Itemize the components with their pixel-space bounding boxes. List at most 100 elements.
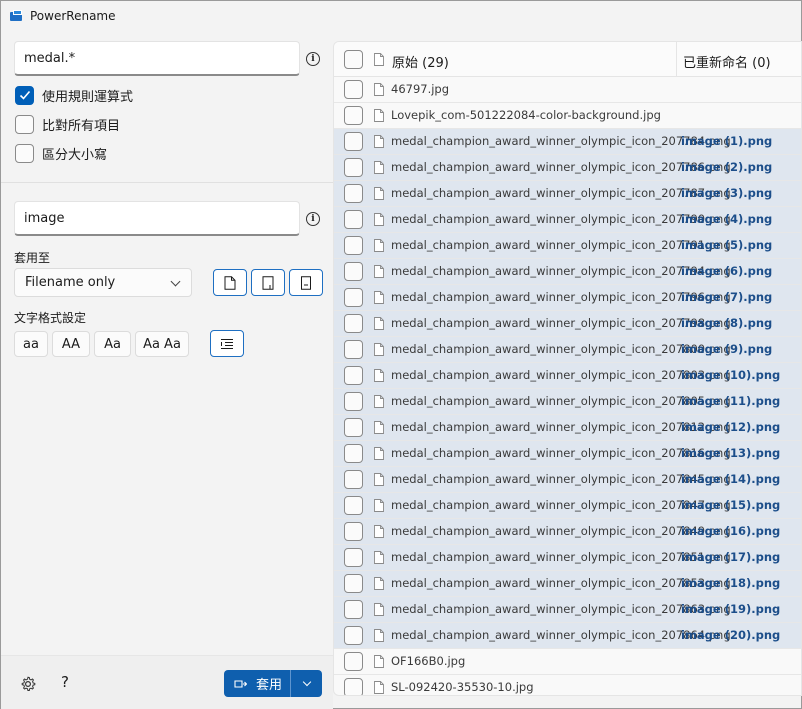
row-checkbox[interactable] — [344, 80, 363, 99]
checkbox[interactable] — [15, 143, 34, 163]
row-checkbox[interactable] — [344, 418, 363, 437]
file-row[interactable]: medal_champion_award_winner_olympic_icon… — [334, 389, 801, 415]
renamed-filename: image (16).png — [681, 524, 781, 538]
include-files-button[interactable] — [213, 269, 247, 296]
file-icon — [374, 681, 384, 694]
apply-options-dropdown[interactable] — [291, 670, 322, 697]
row-checkbox[interactable] — [344, 184, 363, 203]
row-checkbox[interactable] — [344, 262, 363, 281]
row-checkbox[interactable] — [344, 678, 363, 695]
header-original[interactable]: 原始 (29) — [392, 52, 449, 71]
original-filename: Lovepik_com-501222084-color-background.j… — [391, 108, 661, 122]
capitalize-words-button[interactable]: Aa Aa — [135, 331, 189, 357]
file-row[interactable]: medal_champion_award_winner_olympic_icon… — [334, 519, 801, 545]
subfolder-icon — [301, 275, 311, 290]
search-info-icon[interactable]: i — [306, 52, 320, 66]
file-list-header: 原始 (29) 已重新命名 (0) — [334, 42, 801, 77]
row-checkbox[interactable] — [344, 548, 363, 567]
renamed-filename: image (10).png — [681, 368, 781, 382]
apply-button[interactable]: 套用 — [224, 670, 322, 697]
enumerate-items-button[interactable] — [210, 330, 244, 357]
row-checkbox[interactable] — [344, 314, 363, 333]
file-icon — [374, 213, 384, 226]
file-row[interactable]: medal_champion_award_winner_olympic_icon… — [334, 467, 801, 493]
file-row[interactable]: Lovepik_com-501222084-color-background.j… — [334, 103, 801, 129]
renamed-filename: image (6).png — [681, 264, 773, 278]
select-all-checkbox[interactable] — [344, 50, 363, 69]
divider — [1, 182, 333, 183]
row-checkbox[interactable] — [344, 106, 363, 125]
help-icon[interactable]: ? — [61, 673, 69, 691]
row-checkbox[interactable] — [344, 236, 363, 255]
file-row[interactable]: medal_champion_award_winner_olympic_icon… — [334, 259, 801, 285]
file-row[interactable]: medal_champion_award_winner_olympic_icon… — [334, 623, 801, 649]
row-checkbox[interactable] — [344, 522, 363, 541]
file-row[interactable]: medal_champion_award_winner_olympic_icon… — [334, 441, 801, 467]
file-row[interactable]: medal_champion_award_winner_olympic_icon… — [334, 233, 801, 259]
row-checkbox[interactable] — [344, 496, 363, 515]
row-checkbox[interactable] — [344, 288, 363, 307]
replace-input[interactable]: image — [14, 201, 300, 236]
option-use-regex[interactable]: 使用規則運算式 — [15, 84, 133, 106]
include-subfolders-button[interactable] — [289, 269, 323, 296]
row-checkbox[interactable] — [344, 574, 363, 593]
checkmark-icon — [19, 90, 30, 100]
file-row[interactable]: medal_champion_award_winner_olympic_icon… — [334, 207, 801, 233]
renamed-filename: image (12).png — [681, 420, 781, 434]
file-row[interactable]: medal_champion_award_winner_olympic_icon… — [334, 363, 801, 389]
gear-icon[interactable] — [20, 676, 36, 692]
replace-info-icon[interactable]: i — [306, 212, 320, 226]
row-checkbox[interactable] — [344, 626, 363, 645]
include-folders-button[interactable] — [251, 269, 285, 296]
row-checkbox[interactable] — [344, 392, 363, 411]
original-filename: medal_champion_award_winner_olympic_icon… — [391, 602, 731, 616]
file-row[interactable]: medal_champion_award_winner_olympic_icon… — [334, 415, 801, 441]
file-row[interactable]: OF166B0.jpg — [334, 649, 801, 675]
original-filename: medal_champion_award_winner_olympic_icon… — [391, 264, 731, 278]
file-row[interactable]: medal_champion_award_winner_olympic_icon… — [334, 285, 801, 311]
file-icon — [374, 161, 384, 174]
column-divider[interactable] — [676, 42, 677, 77]
apply-label: 套用 — [256, 678, 283, 693]
original-filename: OF166B0.jpg — [391, 654, 466, 668]
chevron-down-icon — [302, 677, 311, 687]
numbered-list-icon — [221, 338, 233, 349]
checkbox[interactable] — [15, 114, 34, 134]
file-row[interactable]: medal_champion_award_winner_olympic_icon… — [334, 155, 801, 181]
titlecase-button[interactable]: Aa — [94, 331, 131, 357]
row-checkbox[interactable] — [344, 158, 363, 177]
uppercase-button[interactable]: AA — [52, 331, 90, 357]
file-row[interactable]: medal_champion_award_winner_olympic_icon… — [334, 129, 801, 155]
row-checkbox[interactable] — [344, 132, 363, 151]
row-checkbox[interactable] — [344, 210, 363, 229]
file-row[interactable]: medal_champion_award_winner_olympic_icon… — [334, 571, 801, 597]
file-row[interactable]: medal_champion_award_winner_olympic_icon… — [334, 493, 801, 519]
row-checkbox[interactable] — [344, 470, 363, 489]
original-filename: medal_champion_award_winner_olympic_icon… — [391, 420, 731, 434]
apply-main-button[interactable]: 套用 — [224, 670, 291, 697]
header-renamed[interactable]: 已重新命名 (0) — [683, 52, 771, 71]
file-icon — [374, 265, 384, 278]
option-match-all[interactable]: 比對所有項目 — [15, 113, 120, 135]
row-checkbox[interactable] — [344, 652, 363, 671]
file-row[interactable]: medal_champion_award_winner_olympic_icon… — [334, 545, 801, 571]
lowercase-button[interactable]: aa — [14, 331, 48, 357]
file-row[interactable]: medal_champion_award_winner_olympic_icon… — [334, 337, 801, 363]
file-row[interactable]: medal_champion_award_winner_olympic_icon… — [334, 181, 801, 207]
apply-to-dropdown[interactable]: Filename only — [14, 268, 192, 297]
file-row[interactable]: medal_champion_award_winner_olympic_icon… — [334, 311, 801, 337]
option-case-sensitive[interactable]: 區分大小寫 — [15, 142, 107, 164]
checkbox-checked[interactable] — [15, 85, 34, 105]
row-checkbox[interactable] — [344, 444, 363, 463]
row-checkbox[interactable] — [344, 600, 363, 619]
file-row[interactable]: 46797.jpg — [334, 77, 801, 103]
search-input[interactable]: medal.* — [14, 41, 300, 76]
row-checkbox[interactable] — [344, 340, 363, 359]
renamed-filename: image (13).png — [681, 446, 781, 460]
file-icon — [374, 629, 384, 642]
file-icon — [374, 421, 384, 434]
row-checkbox[interactable] — [344, 366, 363, 385]
file-row[interactable]: SL-092420-35530-10.jpg — [334, 675, 801, 695]
file-row[interactable]: medal_champion_award_winner_olympic_icon… — [334, 597, 801, 623]
renamed-filename: image (5).png — [681, 238, 773, 252]
